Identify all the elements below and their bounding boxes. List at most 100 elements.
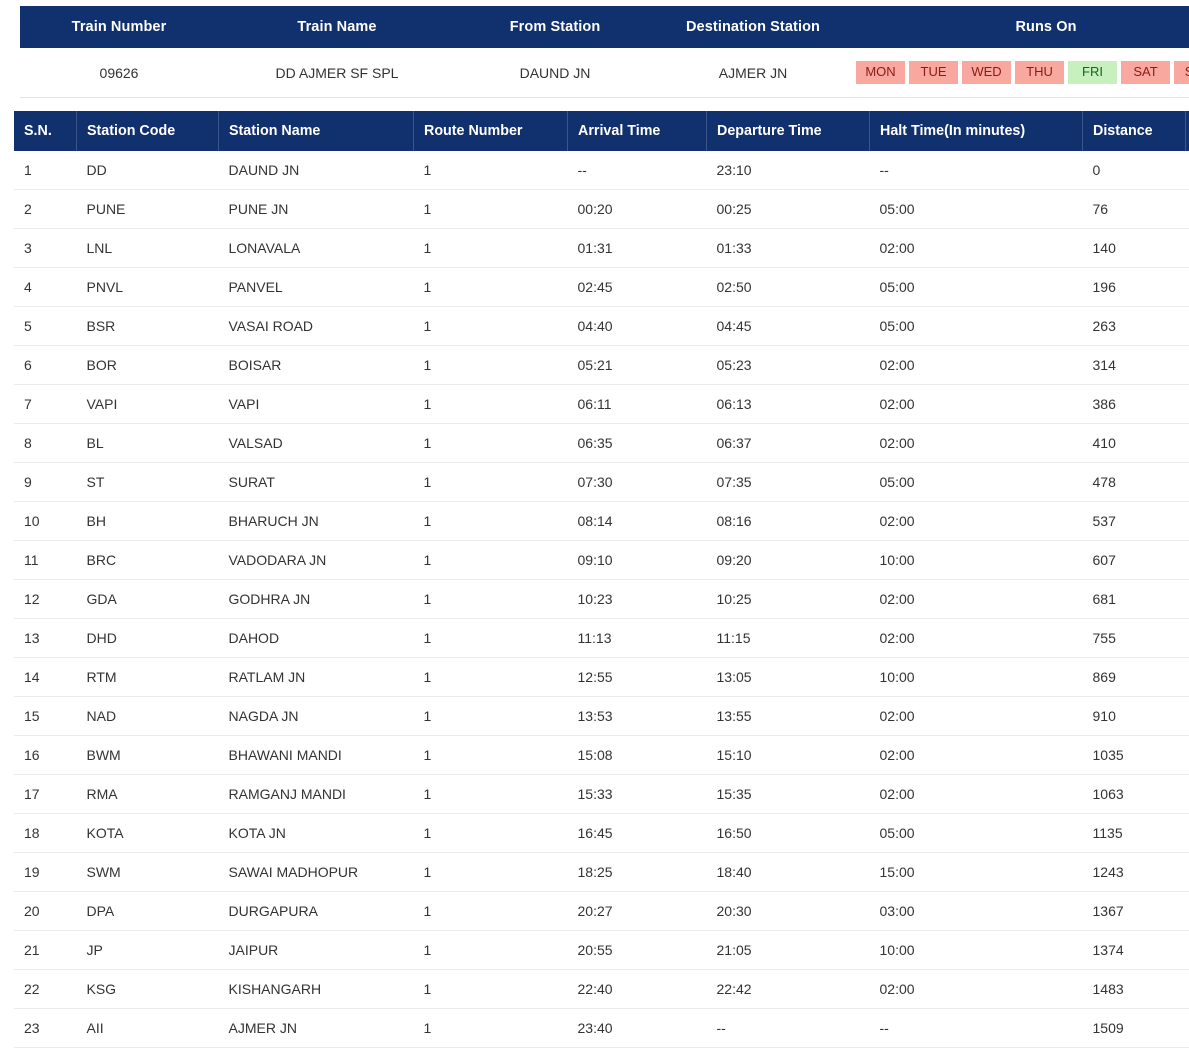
cell-departure-time: 01:33 [707, 229, 870, 268]
cell-sn: 14 [14, 658, 77, 697]
cell-day: 2 [1186, 229, 1189, 268]
table-row[interactable]: 15NADNAGDA JN113:5313:5502:009102 [14, 697, 1189, 736]
table-row[interactable]: 7VAPIVAPI106:1106:1302:003862 [14, 385, 1189, 424]
table-row[interactable]: 23AIIAJMER JN123:40----15092 [14, 1009, 1189, 1048]
cell-halt-time: 02:00 [870, 619, 1083, 658]
cell-day: 2 [1186, 307, 1189, 346]
cell-sn: 12 [14, 580, 77, 619]
col-header-day[interactable]: Day [1186, 111, 1189, 151]
cell-sn: 13 [14, 619, 77, 658]
col-header-departure-time[interactable]: Departure Time [707, 111, 870, 151]
cell-halt-time: -- [870, 151, 1083, 190]
table-row[interactable]: 12GDAGODHRA JN110:2310:2502:006812 [14, 580, 1189, 619]
cell-route-number: 1 [414, 229, 568, 268]
train-summary-body: 09626 DD AJMER SF SPL DAUND JN AJMER JN … [20, 48, 1189, 98]
table-row[interactable]: 14RTMRATLAM JN112:5513:0510:008692 [14, 658, 1189, 697]
cell-sn: 11 [14, 541, 77, 580]
cell-route-number: 1 [414, 619, 568, 658]
cell-station-code: ST [77, 463, 219, 502]
cell-arrival-time: 06:11 [568, 385, 707, 424]
day-badge-thu: THU [1015, 61, 1064, 84]
table-row[interactable]: 20DPADURGAPURA120:2720:3003:0013672 [14, 892, 1189, 931]
route-table-header: S.N. Station Code Station Name Route Num… [14, 111, 1189, 151]
cell-route-number: 1 [414, 1009, 568, 1048]
cell-station-code: RMA [77, 775, 219, 814]
cell-distance: 263 [1083, 307, 1186, 346]
cell-day: 2 [1186, 697, 1189, 736]
table-row[interactable]: 4PNVLPANVEL102:4502:5005:001962 [14, 268, 1189, 307]
table-row[interactable]: 3LNLLONAVALA101:3101:3302:001402 [14, 229, 1189, 268]
table-row[interactable]: 2PUNEPUNE JN100:2000:2505:00762 [14, 190, 1189, 229]
cell-arrival-time: 07:30 [568, 463, 707, 502]
cell-station-name: VADODARA JN [219, 541, 414, 580]
cell-arrival-time: 04:40 [568, 307, 707, 346]
cell-sn: 7 [14, 385, 77, 424]
col-header-route-number[interactable]: Route Number [414, 111, 568, 151]
cell-arrival-time: 15:08 [568, 736, 707, 775]
cell-sn: 23 [14, 1009, 77, 1048]
day-badge-fri: FRI [1068, 61, 1117, 84]
cell-distance: 1135 [1083, 814, 1186, 853]
cell-departure-time: 11:15 [707, 619, 870, 658]
route-header-row: S.N. Station Code Station Name Route Num… [14, 111, 1189, 151]
cell-station-code: KOTA [77, 814, 219, 853]
table-row[interactable]: 6BORBOISAR105:2105:2302:003142 [14, 346, 1189, 385]
cell-departure-time: 05:23 [707, 346, 870, 385]
cell-arrival-time: 20:27 [568, 892, 707, 931]
cell-departure-time: 06:37 [707, 424, 870, 463]
cell-departure-time: 18:40 [707, 853, 870, 892]
cell-halt-time: 10:00 [870, 931, 1083, 970]
col-header-arrival-time[interactable]: Arrival Time [568, 111, 707, 151]
cell-station-name: PUNE JN [219, 190, 414, 229]
table-row[interactable]: 11BRCVADODARA JN109:1009:2010:006072 [14, 541, 1189, 580]
table-row[interactable]: 9STSURAT107:3007:3505:004782 [14, 463, 1189, 502]
cell-sn: 2 [14, 190, 77, 229]
table-row[interactable]: 21JPJAIPUR120:5521:0510:0013742 [14, 931, 1189, 970]
cell-arrival-time: 20:55 [568, 931, 707, 970]
cell-halt-time: 02:00 [870, 970, 1083, 1009]
cell-distance: 314 [1083, 346, 1186, 385]
cell-arrival-time: 11:13 [568, 619, 707, 658]
cell-departure-time: 15:35 [707, 775, 870, 814]
table-row[interactable]: 1DDDAUND JN1--23:10--01 [14, 151, 1189, 190]
summary-train-number: 09626 [20, 48, 218, 98]
cell-arrival-time: 16:45 [568, 814, 707, 853]
table-row[interactable]: 22KSGKISHANGARH122:4022:4202:0014832 [14, 970, 1189, 1009]
cell-route-number: 1 [414, 853, 568, 892]
table-row[interactable]: 13DHDDAHOD111:1311:1502:007552 [14, 619, 1189, 658]
cell-station-code: SWM [77, 853, 219, 892]
cell-station-name: GODHRA JN [219, 580, 414, 619]
col-header-halt-time[interactable]: Halt Time(In minutes) [870, 111, 1083, 151]
cell-halt-time: 05:00 [870, 307, 1083, 346]
cell-route-number: 1 [414, 736, 568, 775]
cell-distance: 1367 [1083, 892, 1186, 931]
cell-halt-time: 05:00 [870, 463, 1083, 502]
cell-day: 2 [1186, 385, 1189, 424]
table-row[interactable]: 19SWMSAWAI MADHOPUR118:2518:4015:0012432 [14, 853, 1189, 892]
cell-station-name: RAMGANJ MANDI [219, 775, 414, 814]
table-row[interactable]: 16BWMBHAWANI MANDI115:0815:1002:0010352 [14, 736, 1189, 775]
cell-arrival-time: 09:10 [568, 541, 707, 580]
table-row[interactable]: 10BHBHARUCH JN108:1408:1602:005372 [14, 502, 1189, 541]
table-row[interactable]: 8BLVALSAD106:3506:3702:004102 [14, 424, 1189, 463]
col-header-station-name[interactable]: Station Name [219, 111, 414, 151]
table-row[interactable]: 18KOTAKOTA JN116:4516:5005:0011352 [14, 814, 1189, 853]
cell-station-name: NAGDA JN [219, 697, 414, 736]
cell-halt-time: 02:00 [870, 736, 1083, 775]
table-row[interactable]: 5BSRVASAI ROAD104:4004:4505:002632 [14, 307, 1189, 346]
cell-departure-time: 04:45 [707, 307, 870, 346]
cell-route-number: 1 [414, 697, 568, 736]
cell-distance: 196 [1083, 268, 1186, 307]
table-row[interactable]: 17RMARAMGANJ MANDI115:3315:3502:0010632 [14, 775, 1189, 814]
col-header-distance[interactable]: Distance [1083, 111, 1186, 151]
col-header-sn[interactable]: S.N. [14, 111, 77, 151]
cell-station-name: BOISAR [219, 346, 414, 385]
cell-route-number: 1 [414, 931, 568, 970]
cell-arrival-time: 05:21 [568, 346, 707, 385]
cell-halt-time: 05:00 [870, 814, 1083, 853]
cell-sn: 16 [14, 736, 77, 775]
col-header-station-code[interactable]: Station Code [77, 111, 219, 151]
cell-halt-time: 05:00 [870, 190, 1083, 229]
cell-distance: 1483 [1083, 970, 1186, 1009]
cell-departure-time: 13:55 [707, 697, 870, 736]
